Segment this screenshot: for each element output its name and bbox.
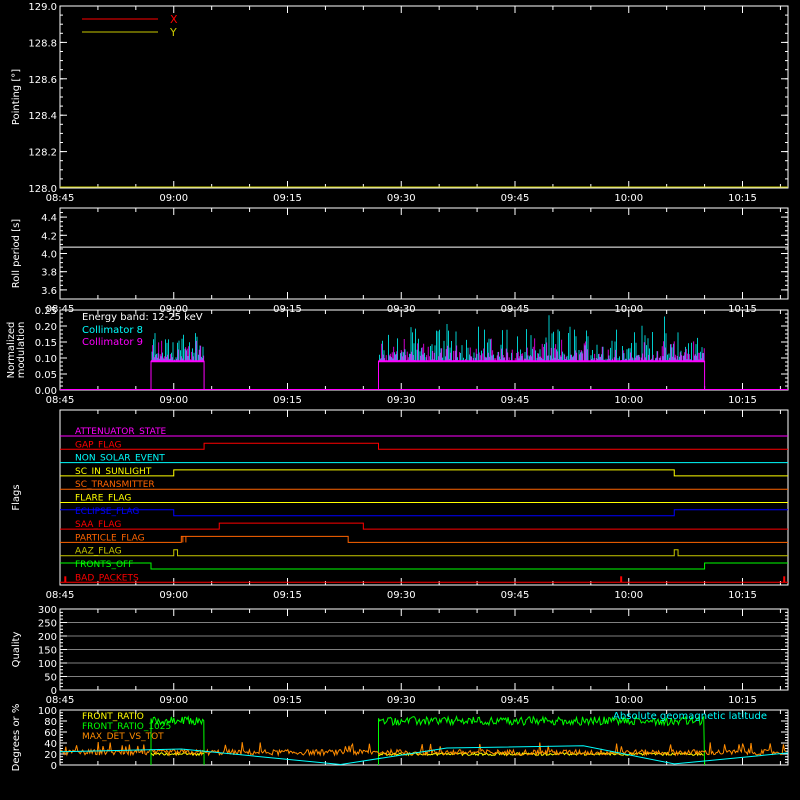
x-tick-label: 10:00 (614, 590, 643, 601)
x-tick-label: 09:00 (159, 395, 188, 406)
y-tick-label: 20 (44, 750, 57, 761)
x-tick-label: 09:00 (159, 590, 188, 601)
x-tick-label: 09:15 (273, 695, 302, 706)
flag-label: BAD_PACKETS (75, 573, 139, 583)
y-tick-label: 4.4 (41, 213, 57, 224)
y-tick-label: 0.05 (35, 370, 57, 381)
y-tick-label: 128.8 (28, 38, 57, 49)
y-tick-label: 100 (38, 706, 57, 717)
flag-label: ECLIPSE_FLAG (75, 507, 139, 517)
flag-label: NON_SOLAR_EVENT (75, 454, 165, 464)
flag-label: ATTENUATOR_STATE (75, 427, 167, 437)
x-tick-label: 09:45 (501, 590, 530, 601)
energy-band-annotation: Energy band: 12-25 keV (82, 312, 203, 323)
y-tick-label: 0.00 (35, 386, 57, 397)
y-axis-label: Roll period [s] (11, 219, 22, 288)
y-tick-label: 300 (38, 605, 57, 616)
flag-label: FLARE_FLAG (75, 494, 131, 504)
y-tick-label: 0.20 (35, 322, 57, 333)
y-tick-label: 4.0 (41, 250, 57, 261)
flag-label: SC_TRANSMITTER (75, 480, 155, 490)
y-tick-label: 129.0 (28, 2, 57, 13)
x-tick-label: 09:15 (273, 395, 302, 406)
legend-label: MAX_DET_VS_TOT (82, 732, 164, 742)
y-axis-label: modulation (16, 322, 27, 379)
flag-label: SC_IN_SUNLIGHT (75, 467, 152, 477)
y-tick-label: 60 (44, 728, 57, 739)
flag-label: AAZ_FLAG (75, 547, 122, 557)
y-tick-label: 40 (44, 739, 57, 750)
legend-label: FRONT_RATIO_1025 (82, 722, 171, 732)
x-tick-label: 10:00 (614, 695, 643, 706)
flag-label: FRONTS_OFF (75, 560, 133, 570)
y-tick-label: 0.10 (35, 354, 57, 365)
x-tick-label: 10:15 (728, 395, 757, 406)
y-tick-label: 128.2 (28, 148, 57, 159)
latitude-annotation: Absolute geomagnetic latitude (613, 711, 767, 722)
flag-label: SAA_FLAG (75, 520, 121, 530)
legend-label: FRONT_RATIO (82, 712, 144, 722)
x-tick-label: 09:00 (159, 193, 188, 204)
y-tick-label: 0 (51, 761, 57, 772)
y-tick-label: 50 (44, 673, 57, 684)
flag-label: GAP_FLAG (75, 440, 121, 450)
x-tick-label: 08:45 (46, 590, 75, 601)
x-tick-label: 09:00 (159, 695, 188, 706)
y-tick-label: 0 (51, 686, 57, 697)
y-tick-label: 3.8 (41, 268, 57, 279)
y-tick-label: 128.4 (28, 111, 57, 122)
x-tick-label: 09:15 (273, 590, 302, 601)
legend-label: Collimator 9 (82, 337, 143, 348)
x-tick-label: 10:15 (728, 590, 757, 601)
y-axis-label: Pointing [°] (11, 69, 22, 125)
y-tick-label: 100 (38, 659, 57, 670)
x-tick-label: 09:45 (501, 193, 530, 204)
legend-label: Collimator 8 (82, 325, 143, 336)
y-tick-label: 4.2 (41, 231, 57, 242)
x-tick-label: 10:15 (728, 193, 757, 204)
chart-canvas: 08:45 09:00 09:15 09:30 09:45 10:00 10:15 128.0… (0, 0, 800, 800)
x-tick-label: 10:15 (728, 695, 757, 706)
x-tick-label: 09:45 (501, 695, 530, 706)
x-tick-label: 09:30 (387, 395, 416, 406)
y-tick-label: 150 (38, 646, 57, 657)
y-axis-label: Quality (11, 632, 22, 668)
x-tick-label: 09:30 (387, 695, 416, 706)
y-tick-label: 80 (44, 717, 57, 728)
y-tick-label: 3.6 (41, 286, 57, 297)
x-tick-label: 10:00 (614, 395, 643, 406)
y-tick-label: 250 (38, 619, 57, 630)
x-tick-label: 10:00 (614, 193, 643, 204)
x-tick-label: 09:30 (387, 590, 416, 601)
y-tick-label: 128.0 (28, 184, 57, 195)
x-tick-label: 09:45 (501, 395, 530, 406)
y-tick-label: 0.25 (35, 306, 57, 317)
y-axis-label: Degrees or % (11, 704, 22, 772)
legend-label: Y (169, 26, 177, 39)
legend-label: X (170, 13, 178, 26)
flag-label: PARTICLE_FLAG (75, 533, 145, 543)
y-tick-label: 0.15 (35, 338, 57, 349)
y-tick-label: 200 (38, 632, 57, 643)
x-tick-label: 09:30 (387, 193, 416, 204)
y-axis-label: Flags (11, 484, 22, 510)
x-tick-label: 09:15 (273, 193, 302, 204)
y-tick-label: 128.6 (28, 75, 57, 86)
